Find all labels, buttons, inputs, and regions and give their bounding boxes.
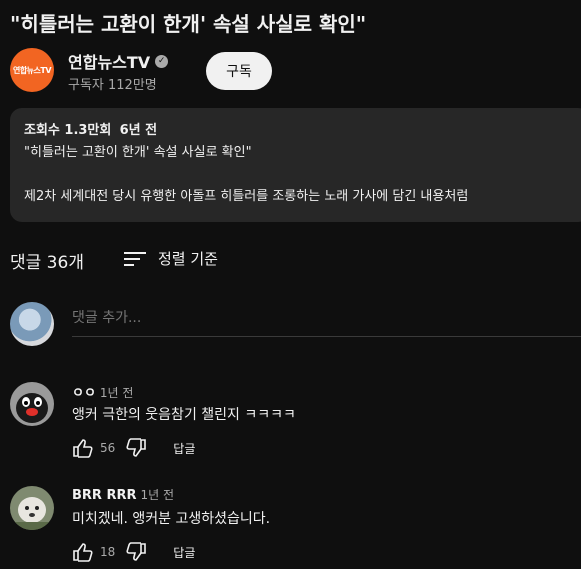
comment-actions: 56 답글: [72, 438, 195, 458]
comment-text: 미치겠네. 앵커분 고생하셨습니다.: [72, 511, 271, 527]
description-line: "히틀러는 고환이 한개' 속설 사실로 확인": [24, 145, 252, 160]
description-meta: 조회수 1.3만회 6년 전: [24, 120, 576, 142]
comment-author[interactable]: ㅇㅇ: [72, 382, 96, 401]
channel-avatar[interactable]: 연합뉴스TV: [10, 48, 54, 92]
description-box[interactable]: 조회수 1.3만회 6년 전 "히틀러는 고환이 한개' 속설 사실로 확인" …: [10, 108, 581, 222]
commenter-avatar[interactable]: [10, 382, 54, 426]
subscribe-button[interactable]: 구독: [206, 52, 272, 90]
comment-time[interactable]: 1년 전: [141, 486, 175, 503]
upload-age: 6년 전: [119, 123, 158, 138]
channel-name-row[interactable]: 연합뉴스TV ✓: [68, 49, 169, 73]
video-title: "히틀러는 고환이 한개' 속설 사실로 확인": [10, 12, 367, 36]
channel-name[interactable]: 연합뉴스TV: [68, 49, 150, 73]
commenter-avatar[interactable]: [10, 486, 54, 530]
like-count: 56: [100, 441, 116, 455]
verified-check-icon: ✓: [155, 54, 169, 68]
user-avatar: [10, 302, 54, 346]
sort-label: 정렬 기준: [158, 250, 218, 268]
add-comment-input[interactable]: [72, 300, 581, 337]
like-icon[interactable]: [72, 542, 94, 562]
sort-icon: [124, 251, 146, 267]
comment-text: 앵커 극한의 웃음참기 챌린지 ㅋㅋㅋㅋ: [72, 407, 296, 423]
subscriber-count: 구독자 112만명: [68, 78, 157, 93]
reply-button[interactable]: 답글: [173, 440, 195, 457]
dislike-icon[interactable]: [125, 542, 147, 562]
dislike-icon[interactable]: [125, 438, 147, 458]
like-icon[interactable]: [72, 438, 94, 458]
description-line: 제2차 세계대전 당시 유행한 아돌프 히틀러를 조롱하는 노래 가사에 담긴 …: [24, 189, 469, 204]
reply-button[interactable]: 답글: [173, 544, 195, 561]
comment-author-row: BRR RRR 1년 전: [72, 486, 174, 503]
comment-time[interactable]: 1년 전: [100, 384, 134, 401]
sort-button[interactable]: 정렬 기준: [124, 248, 218, 269]
comment-actions: 18 답글: [72, 542, 195, 562]
like-count: 18: [100, 545, 116, 559]
comment-author-row: ㅇㅇ 1년 전: [72, 382, 133, 401]
comments-count: 댓글 36개: [10, 253, 84, 273]
comment-author[interactable]: BRR RRR: [72, 488, 137, 503]
view-count: 조회수 1.3만회: [24, 123, 112, 138]
